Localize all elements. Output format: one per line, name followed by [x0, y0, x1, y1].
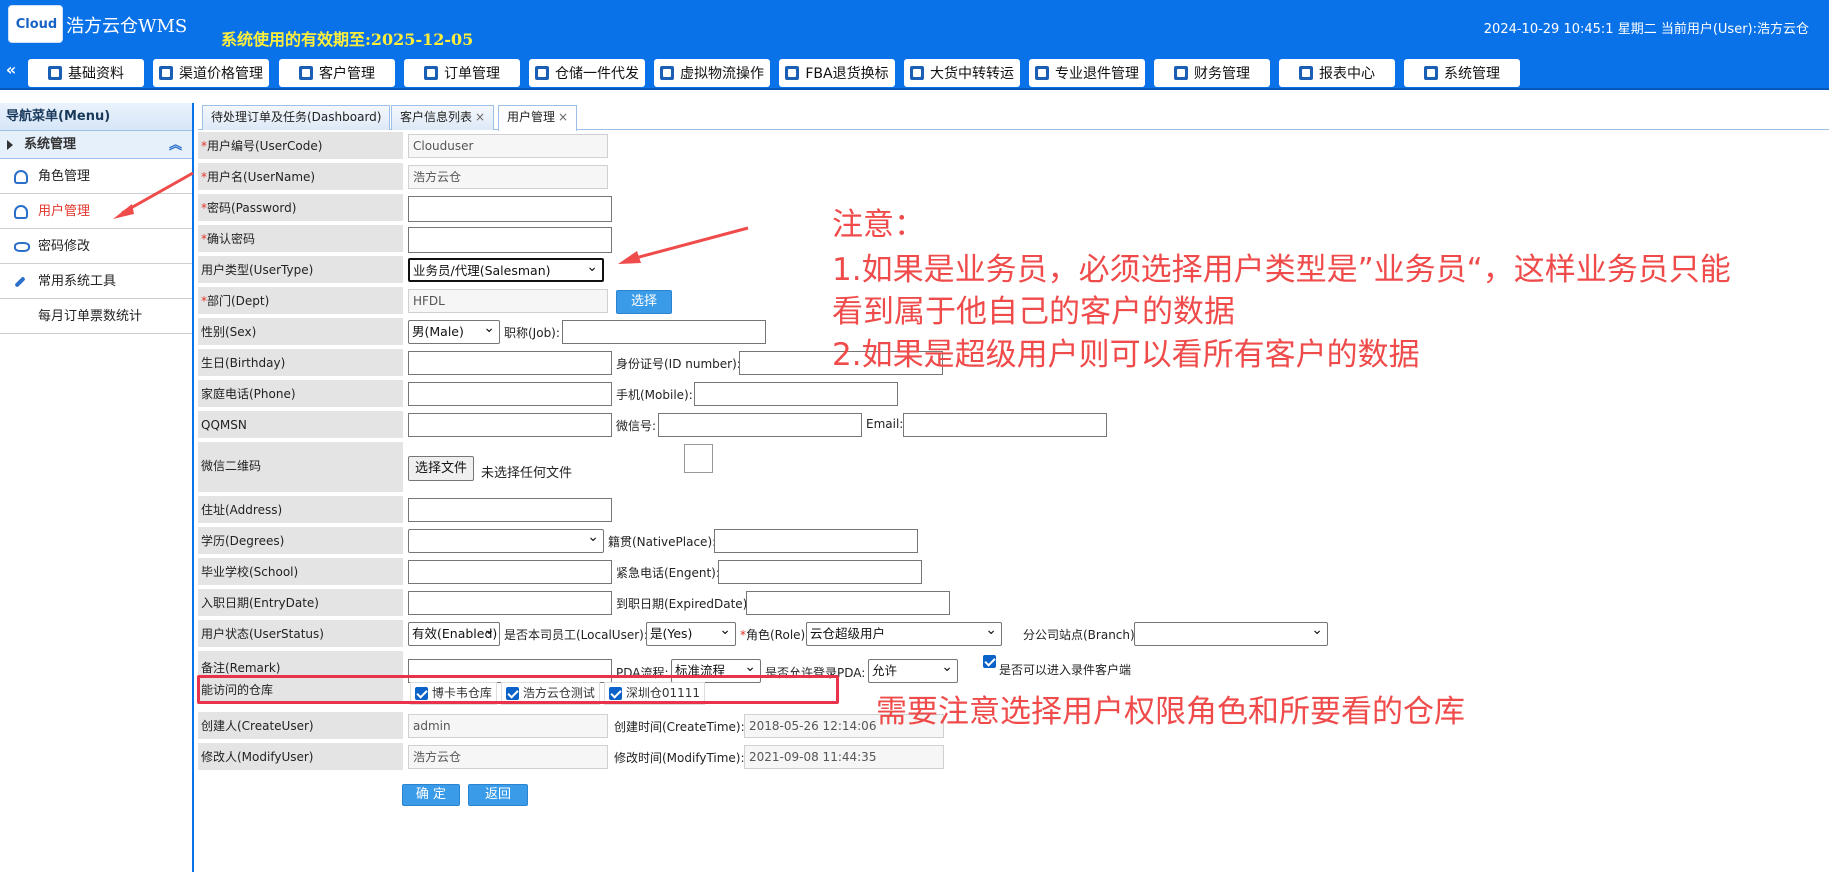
arrow-to-usertype [618, 226, 749, 264]
warehouse-highlight-box [197, 675, 839, 704]
annotation-note-line1: 1.如果是业务员，必须选择用户类型是”业务员“，这样业务员只能 [832, 252, 1731, 288]
arrow-to-user-menu [113, 171, 194, 219]
annotation-arrows [113, 171, 749, 264]
annotation-note-line3: 2.如果是超级用户则可以看所有客户的数据 [832, 337, 1420, 373]
annotation-note-title: 注意： [832, 207, 925, 243]
annotation-note-warehouse: 需要注意选择用户权限角色和所要看的仓库 [876, 694, 1465, 730]
annotation-note-line2: 看到属于他自己的客户的数据 [832, 294, 1235, 330]
